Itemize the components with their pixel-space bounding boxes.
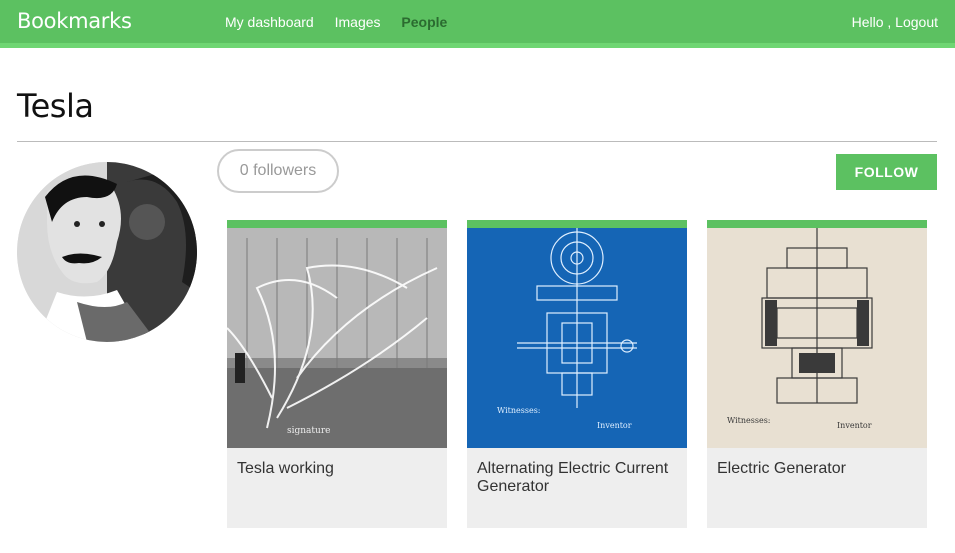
nav-my-dashboard[interactable]: My dashboard xyxy=(225,14,314,30)
image-card-title[interactable]: Tesla working xyxy=(227,448,447,478)
site-logo[interactable]: Bookmarks xyxy=(17,9,132,33)
avatar xyxy=(17,162,197,342)
image-card-title[interactable]: Alternating Electric Current Generator xyxy=(467,448,687,496)
user-bar: Hello , Logout xyxy=(852,14,938,30)
image-card-title[interactable]: Electric Generator xyxy=(707,448,927,478)
svg-text:Inventor: Inventor xyxy=(837,421,872,430)
main-nav: My dashboard Images People xyxy=(225,14,464,30)
image-card-alternating-current-generator[interactable]: Witnesses: Inventor Alternating Electric… xyxy=(467,220,687,528)
follow-button[interactable]: FOLLOW xyxy=(836,154,937,190)
svg-text:Witnesses:: Witnesses: xyxy=(727,416,771,425)
user-greeting: Hello , xyxy=(851,14,892,30)
nav-images[interactable]: Images xyxy=(335,14,381,30)
top-navigation-bar: Bookmarks My dashboard Images People Hel… xyxy=(0,0,955,48)
followers-count: 0 followers xyxy=(217,149,339,193)
svg-text:signature: signature xyxy=(287,426,330,436)
svg-text:Inventor: Inventor xyxy=(597,421,632,430)
image-thumbnail-patent-drawing[interactable]: Witnesses: Inventor xyxy=(707,228,927,448)
image-thumbnail-lab[interactable]: signature xyxy=(227,228,447,448)
image-card-tesla-working[interactable]: signature Tesla working xyxy=(227,220,447,528)
nav-people[interactable]: People xyxy=(401,14,447,30)
image-thumbnail-blueprint[interactable]: Witnesses: Inventor xyxy=(467,228,687,448)
image-card-electric-generator[interactable]: Witnesses: Inventor Electric Generator xyxy=(707,220,927,528)
logout-link[interactable]: Logout xyxy=(895,14,938,30)
avatar-portrait-image xyxy=(17,162,197,342)
title-divider xyxy=(17,141,937,142)
page-title: Tesla xyxy=(17,87,94,125)
svg-text:Witnesses:: Witnesses: xyxy=(497,406,541,415)
